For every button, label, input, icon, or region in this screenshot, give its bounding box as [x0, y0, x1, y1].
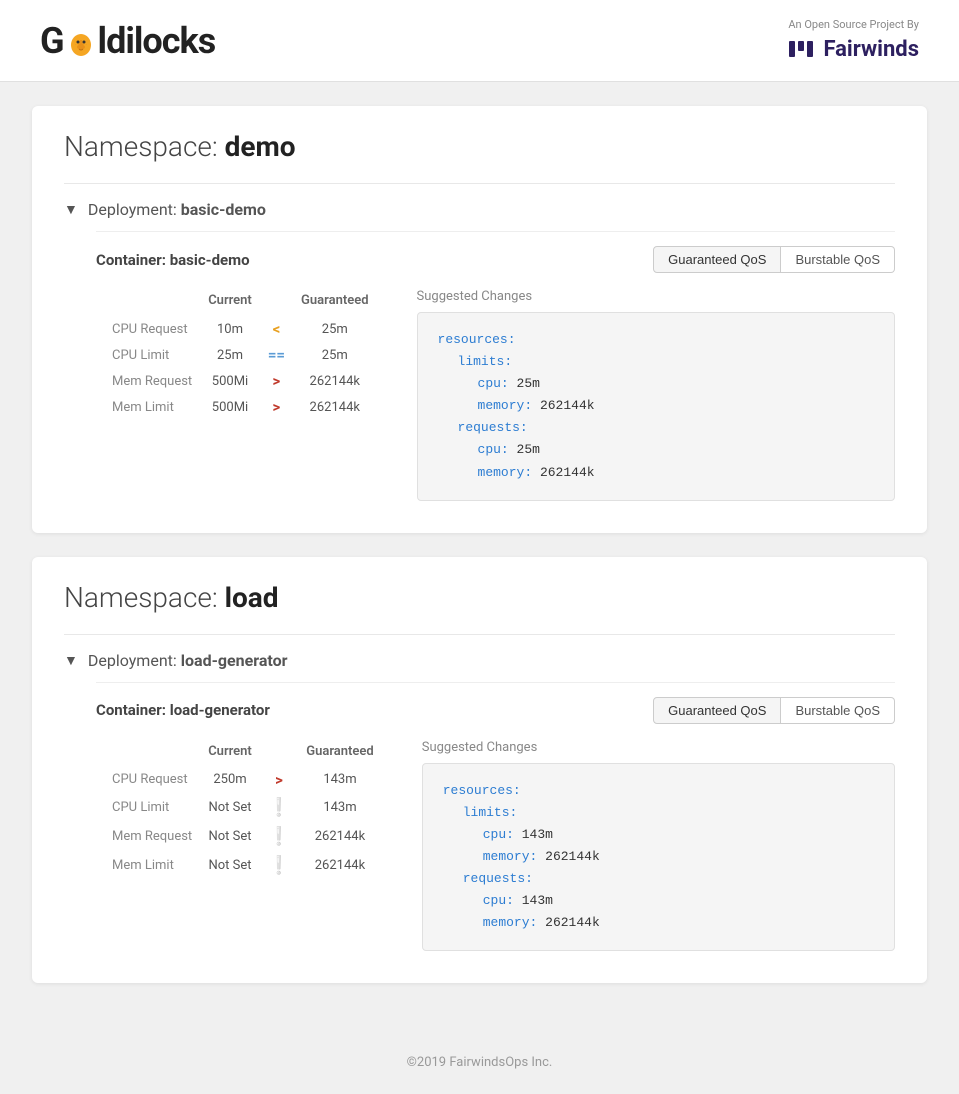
copyright-text: ©2019 FairwindsOps Inc. — [407, 1055, 553, 1070]
indicator-icon: < — [268, 316, 301, 342]
container-section-basic-demo: Container: basic-demo Guaranteed QoS Bur… — [96, 231, 895, 501]
deployment-section-load-generator: ▼ Deployment: load-generator Container: … — [64, 634, 895, 952]
guaranteed-value: 143m — [306, 767, 389, 793]
logo: G ldilocks — [40, 20, 215, 62]
indicator-icon: > — [268, 368, 301, 394]
deployment-label: Deployment: load-generator — [88, 651, 288, 670]
suggested-changes-demo: Suggested Changes resources: limits: cpu… — [417, 289, 895, 501]
col-header-current: Current — [208, 740, 268, 767]
namespace-title-demo: Namespace: demo — [64, 130, 895, 163]
col-header-guaranteed: Guaranteed — [301, 289, 384, 316]
resource-label: CPU Limit — [112, 793, 208, 822]
guaranteed-value: 262144k — [306, 851, 389, 880]
guaranteed-value: 143m — [306, 793, 389, 822]
logo-text-after: ldilocks — [98, 20, 216, 62]
resource-label: Mem Limit — [112, 851, 208, 880]
resources-table-demo: Current Guaranteed CPU Request 10m < — [112, 289, 385, 501]
resource-label: Mem Request — [112, 822, 208, 851]
container-name-load: Container: load-generator — [96, 701, 270, 719]
logo-icon — [65, 27, 97, 59]
fairwinds-logo: Fairwinds — [787, 35, 919, 63]
col-header-resource — [112, 289, 208, 316]
brand-name: Fairwinds — [823, 37, 919, 62]
suggested-changes-load: Suggested Changes resources: limits: cpu… — [422, 740, 895, 952]
indicator-icon: ❕ — [268, 793, 306, 822]
logo-text-g: G — [40, 20, 64, 62]
guaranteed-qos-button[interactable]: Guaranteed QoS — [653, 246, 781, 273]
table-row: CPU Limit Not Set ❕ 143m — [112, 793, 390, 822]
resource-label: Mem Request — [112, 368, 208, 394]
page-header: G ldilocks An Open Source Project By Fai… — [0, 0, 959, 82]
deployment-name: basic-demo — [181, 200, 266, 219]
suggested-label-load: Suggested Changes — [422, 740, 895, 755]
guaranteed-value: 25m — [301, 342, 384, 368]
guaranteed-qos-button-load[interactable]: Guaranteed QoS — [653, 697, 781, 724]
qos-button-group: Guaranteed QoS Burstable QoS — [653, 246, 895, 273]
deployment-header: ▼ Deployment: basic-demo — [64, 200, 895, 219]
table-row: Mem Request 500Mi > 262144k — [112, 368, 385, 394]
container-header: Container: basic-demo Guaranteed QoS Bur… — [96, 246, 895, 273]
indicator-icon: ❕ — [268, 851, 306, 880]
namespace-card-demo: Namespace: demo ▼ Deployment: basic-demo… — [32, 106, 927, 533]
table-row: CPU Request 10m < 25m — [112, 316, 385, 342]
qos-button-group-load: Guaranteed QoS Burstable QoS — [653, 697, 895, 724]
container-name: Container: basic-demo — [96, 251, 250, 269]
namespace-card-load: Namespace: load ▼ Deployment: load-gener… — [32, 557, 927, 984]
resource-label: Mem Limit — [112, 394, 208, 420]
indicator-icon: == — [268, 342, 301, 368]
col-header-current: Current — [208, 289, 268, 316]
resources-area-demo: Current Guaranteed CPU Request 10m < — [112, 289, 895, 501]
guaranteed-value: 262144k — [306, 822, 389, 851]
page-footer: ©2019 FairwindsOps Inc. — [0, 1031, 959, 1094]
table-row: Mem Limit Not Set ❕ 262144k — [112, 851, 390, 880]
burstable-qos-button[interactable]: Burstable QoS — [781, 246, 895, 273]
fairwinds-brand: An Open Source Project By Fairwinds — [787, 18, 919, 63]
table-row: Mem Limit 500Mi > 262144k — [112, 394, 385, 420]
guaranteed-value: 25m — [301, 316, 384, 342]
deployment-name: load-generator — [181, 651, 288, 670]
current-value: Not Set — [208, 851, 268, 880]
table-row: CPU Request 250m > 143m — [112, 767, 390, 793]
resources-table-load: Current Guaranteed CPU Request 250m > — [112, 740, 390, 952]
namespace-title-load: Namespace: load — [64, 581, 895, 614]
indicator-icon: ❕ — [268, 822, 306, 851]
suggested-label: Suggested Changes — [417, 289, 895, 304]
container-section-load-generator: Container: load-generator Guaranteed QoS… — [96, 682, 895, 952]
deployment-label: Deployment: basic-demo — [88, 200, 266, 219]
col-header-indicator — [268, 289, 301, 316]
current-value: Not Set — [208, 822, 268, 851]
current-value: 500Mi — [208, 368, 268, 394]
collapse-arrow-icon[interactable]: ▼ — [64, 201, 78, 218]
current-value: 10m — [208, 316, 268, 342]
col-header-resource — [112, 740, 208, 767]
code-box-load: resources: limits: cpu: 143m memory: 262… — [422, 763, 895, 952]
table-row: Mem Request Not Set ❕ 262144k — [112, 822, 390, 851]
current-value: 500Mi — [208, 394, 268, 420]
main-content: Namespace: demo ▼ Deployment: basic-demo… — [0, 82, 959, 1031]
current-value: 25m — [208, 342, 268, 368]
deployment-header-load: ▼ Deployment: load-generator — [64, 651, 895, 670]
guaranteed-value: 262144k — [301, 368, 384, 394]
deployment-section-basic-demo: ▼ Deployment: basic-demo Container: basi… — [64, 183, 895, 501]
col-header-guaranteed: Guaranteed — [306, 740, 389, 767]
guaranteed-value: 262144k — [301, 394, 384, 420]
brand-tagline: An Open Source Project By — [787, 18, 919, 31]
current-value: Not Set — [208, 793, 268, 822]
burstable-qos-button-load[interactable]: Burstable QoS — [781, 697, 895, 724]
table-row: CPU Limit 25m == 25m — [112, 342, 385, 368]
fairwinds-icon — [787, 35, 815, 63]
indicator-icon: > — [268, 394, 301, 420]
code-box-demo: resources: limits: cpu: 25m memory: 2621… — [417, 312, 895, 501]
resource-label: CPU Request — [112, 316, 208, 342]
current-value: 250m — [208, 767, 268, 793]
collapse-arrow-icon[interactable]: ▼ — [64, 652, 78, 669]
resource-label: CPU Limit — [112, 342, 208, 368]
col-header-indicator — [268, 740, 306, 767]
resource-label: CPU Request — [112, 767, 208, 793]
resources-area-load: Current Guaranteed CPU Request 250m > — [112, 740, 895, 952]
indicator-icon: > — [268, 767, 306, 793]
container-header-load: Container: load-generator Guaranteed QoS… — [96, 697, 895, 724]
